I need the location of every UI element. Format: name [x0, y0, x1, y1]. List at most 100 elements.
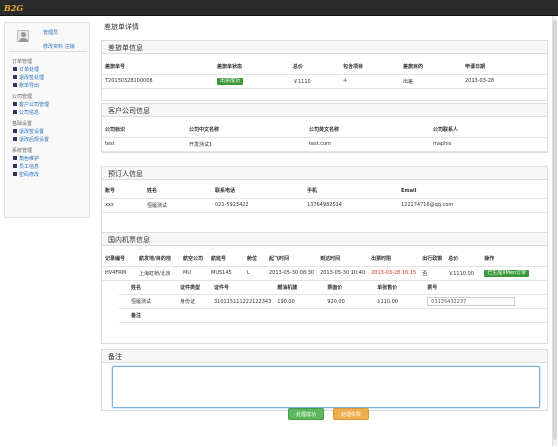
grid-icon — [13, 110, 17, 114]
total-price: ￥1110 — [290, 74, 340, 89]
sidebar-item-refund-process[interactable]: 退改签处理 — [12, 74, 92, 82]
remarks-textarea[interactable] — [112, 366, 540, 408]
departure-time: 2013-05-30 08:30 — [266, 266, 318, 281]
plane-icon: ✈ — [340, 74, 400, 89]
sidebar-item-staff-info[interactable]: 员工信息 — [12, 163, 92, 171]
user-avatar-icon — [17, 30, 29, 42]
page-scrollbar[interactable] — [552, 16, 557, 446]
company-id: test — [102, 137, 186, 152]
col-header: 航班号 — [208, 252, 244, 267]
col-header: 票号 — [424, 280, 547, 295]
booker-email: 122174716@qq.com — [398, 198, 547, 213]
trip-purpose: 出差 — [400, 74, 462, 89]
col-header: 起飞时间 — [266, 252, 318, 267]
top-navbar: B2G — [0, 0, 558, 16]
user-links[interactable]: 修改资料 注销 — [43, 43, 75, 50]
company-cn-name: 开发测试1 — [186, 137, 306, 152]
apply-date: 2013-03-28 — [462, 74, 547, 89]
list-icon — [13, 75, 17, 79]
list-icon — [13, 67, 17, 71]
col-header: 手机 — [304, 184, 398, 199]
col-header: 航空公司 — [180, 252, 208, 267]
user-name-link[interactable]: 管理员 — [43, 29, 58, 36]
booker-name: 恒履测试 — [144, 198, 212, 213]
col-header: 差旅单状态 — [214, 60, 290, 75]
col-header: 票面价 — [324, 280, 375, 295]
passenger-name: 恒履测试 — [119, 294, 177, 309]
panel-title: 客户公司信息 — [102, 104, 547, 117]
scrollbar-thumb[interactable] — [553, 20, 557, 440]
order-generated-badge[interactable]: 已生成XMeo订单 — [484, 269, 530, 277]
ticket-total-price: ￥1110.00 — [445, 266, 482, 281]
col-header: 联系电话 — [212, 184, 304, 199]
col-header: 总价 — [290, 60, 340, 75]
booker-info-panel: 预订人信息 账号 姓名 联系电话 手机 Email xxx 恒履测试 021-5… — [101, 166, 548, 236]
col-header: 公司英文名称 — [306, 123, 430, 138]
sidebar-item-refund-settings[interactable]: 退改签设置 — [12, 128, 92, 136]
sidebar-item-role-maintenance[interactable]: 角色维护 — [12, 155, 92, 163]
cabin: L — [244, 266, 266, 281]
col-header: 公司联系人 — [430, 123, 547, 138]
route: 上海虹桥/北京 — [136, 266, 180, 281]
fuel-tax: 190.00 — [274, 294, 325, 309]
user-box: 管理员 修改资料 注销 — [9, 26, 87, 52]
booker-phone: 021-5923422 — [212, 198, 304, 213]
col-header: 公司标识 — [102, 123, 186, 138]
ticketing-deadline: 2013-03-28 10:15 — [368, 266, 420, 281]
col-header: 燃油机建 — [274, 280, 325, 295]
sidebar-menu: 订单管理 订单处理 退改签处理 账单导出 公司管理 客户公司管理 公司信息 基础… — [12, 59, 92, 179]
col-header: 单张售价 — [374, 280, 425, 295]
table-row: T20130328100008 出票成功 ￥1110 ✈ 出差 2013-03-… — [102, 74, 547, 89]
sale-price: 1110.00 — [374, 294, 425, 309]
company-info-panel: 客户公司信息 公司标识 公司中文名称 公司英文名称 公司联系人 test 开发测… — [101, 103, 548, 153]
sidebar-item-order-process[interactable]: 订单处理 — [12, 66, 92, 74]
sidebar-item-refund-rule-settings[interactable]: 退改后规设置 — [12, 136, 92, 144]
user-icon — [13, 164, 17, 168]
table-row: 备注 — [119, 308, 547, 323]
col-header: Email — [398, 184, 547, 199]
col-header: 账号 — [102, 184, 144, 199]
company-en-name: test.com — [306, 137, 430, 152]
list-icon — [13, 83, 17, 87]
face-price: 920.00 — [324, 294, 375, 309]
grid-icon — [13, 102, 17, 106]
table-row: 恒履测试 身份证 310115111222122343 190.00 920.0… — [119, 294, 547, 309]
list-icon — [13, 137, 17, 141]
col-header: 公司中文名称 — [186, 123, 306, 138]
col-header: 证件类型 — [177, 280, 211, 295]
booker-mobile: 13764982514 — [304, 198, 398, 213]
table-row: HV4FRM 上海虹桥/北京 MU MU5145 L 2013-05-30 08… — [102, 266, 547, 281]
col-header: 姓名 — [144, 184, 212, 199]
app-logo[interactable]: B2G — [4, 3, 23, 13]
col-header: 舱位 — [244, 252, 266, 267]
col-header: 差旅目的 — [400, 60, 462, 75]
menu-group-title: 订单管理 — [12, 59, 33, 65]
sidebar-item-password-change[interactable]: 密码修改 — [12, 171, 92, 179]
remarks-panel: 备注 — [101, 349, 548, 411]
sidebar: 管理员 修改资料 注销 订单管理 订单处理 退改签处理 账单导出 公司管理 客户… — [4, 22, 90, 218]
process-success-button[interactable]: 处理成功 — [288, 408, 324, 420]
col-header: 差旅单号 — [102, 60, 214, 75]
ticket-info-panel: 国内机票信息 记录编号 航发地/目的地 航空公司 航班号 舱位 起飞时间 到达时… — [101, 232, 548, 344]
panel-title: 国内机票信息 — [102, 233, 547, 246]
table-row: xxx 恒履测试 021-5923422 13764982514 1221747… — [102, 198, 547, 213]
list-icon — [13, 129, 17, 133]
col-header: 包含项目 — [340, 60, 400, 75]
panel-title: 差旅单信息 — [102, 41, 547, 54]
sidebar-item-company-info[interactable]: 公司信息 — [12, 109, 92, 117]
flight-number: MU5145 — [208, 266, 244, 281]
ticket-number-input[interactable]: 03135432237 — [427, 297, 516, 306]
menu-group-title: 基础设置 — [12, 121, 33, 127]
order-info-panel: 差旅单信息 差旅单号 差旅单状态 总价 包含项目 差旅目的 申请日期 T2013… — [101, 40, 548, 101]
id-number: 310115111222122343 — [211, 294, 275, 309]
col-header: 操作 — [481, 252, 547, 267]
airline: MU — [180, 266, 208, 281]
page-title: 差旅单详情 — [104, 23, 139, 31]
sidebar-item-client-company[interactable]: 客户公司管理 — [12, 101, 92, 109]
sidebar-item-bill-export[interactable]: 账单导出 — [12, 82, 92, 90]
menu-group-title: 系统管理 — [12, 148, 33, 154]
process-fail-button[interactable]: 处理失败 — [333, 408, 369, 420]
col-header: 姓名 — [119, 280, 177, 295]
user-icon — [13, 156, 17, 160]
col-header: 航发地/目的地 — [136, 252, 180, 267]
